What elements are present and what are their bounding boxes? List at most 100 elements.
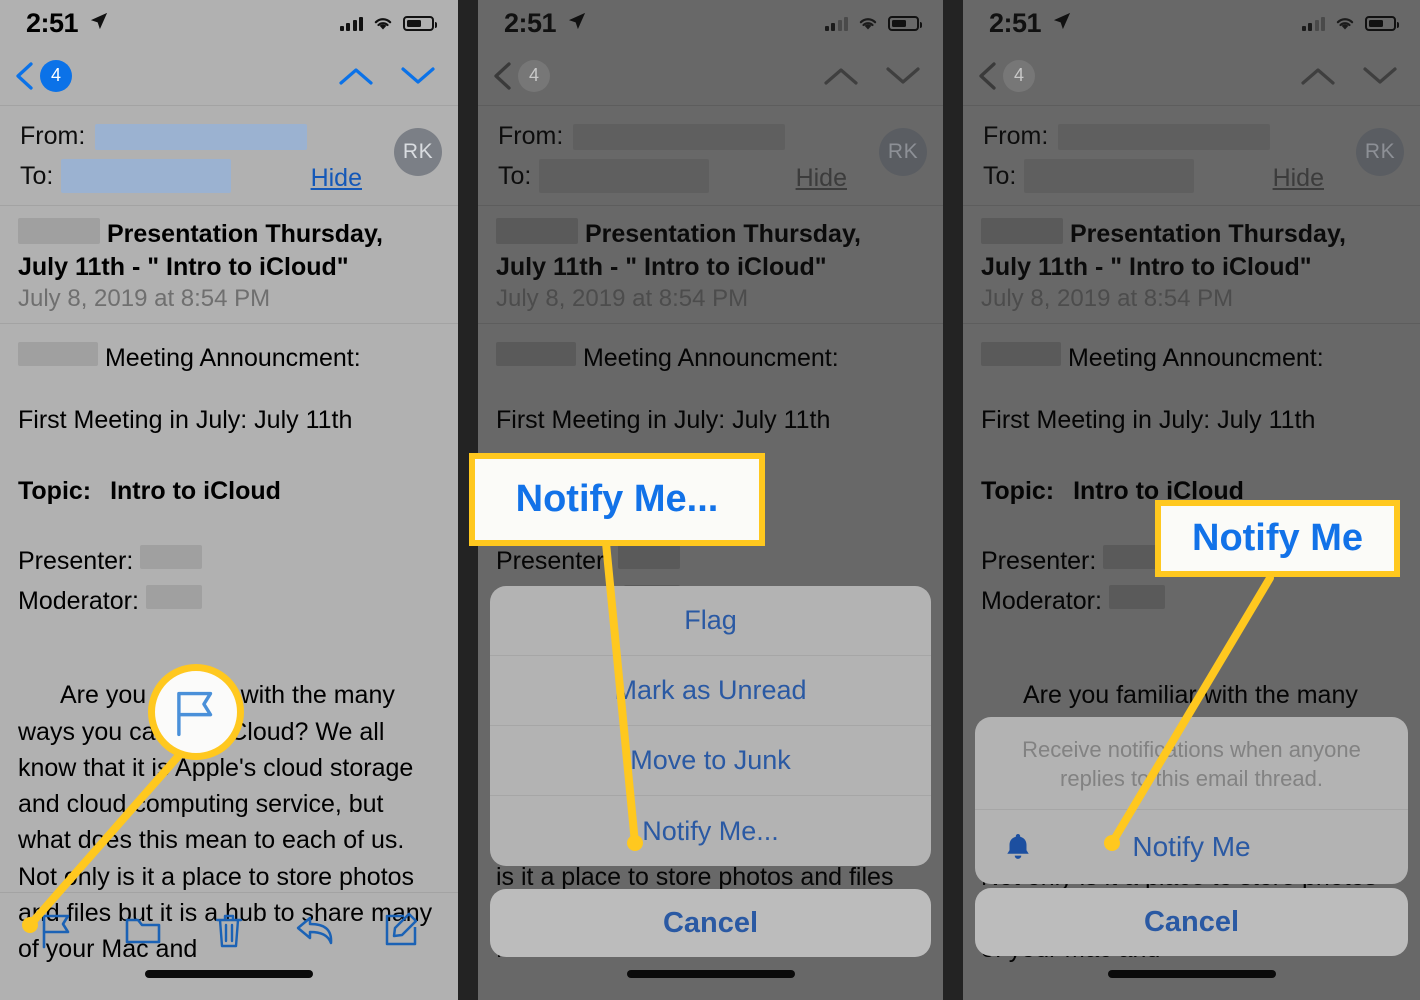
status-bar-indicators [1301,15,1399,31]
screenshot-stage: 2:51 4 From: To: Hide RK Presentation Th… [0,0,1420,1000]
status-bar-clock: 2:51 [504,8,586,39]
mail-toolbar [0,892,458,1000]
mail-header: From: To: Hide RK [963,106,1420,206]
moderator-line: Moderator: [981,583,1402,619]
chevron-up-icon[interactable] [1300,65,1336,87]
notify-me-label: Notify Me [1132,831,1251,863]
avatar: RK [879,128,927,176]
subject-line-2: July 11th - " Intro to iCloud" [496,252,827,281]
moderator-redacted [145,585,202,609]
trash-icon[interactable] [206,907,252,953]
announcement-prefix-redacted [18,342,98,366]
panel-divider-2 [943,0,963,1000]
chevron-down-icon[interactable] [1362,65,1398,87]
hide-details-link[interactable]: Hide [311,164,362,193]
to-row: To: [20,159,438,193]
announcement-text: Meeting Announcment: [582,344,839,372]
chevron-down-icon[interactable] [885,65,921,87]
mail-header: From: To: Hide RK [0,106,458,206]
cellular-signal-icon [824,16,848,31]
home-indicator [145,970,313,978]
subject-prefix-redacted [981,218,1063,244]
chevron-up-icon[interactable] [338,65,374,87]
navigation-bar: 4 [963,46,1420,106]
subject-line: Presentation Thursday, July 11th - " Int… [18,218,440,283]
message-nav-controls [1300,65,1398,87]
from-row: From: [20,122,438,151]
action-sheet-option-move-to-junk[interactable]: Move to Junk [490,726,931,796]
subject-line: Presentation Thursday, July 11th - " Int… [981,218,1402,283]
chevron-up-icon[interactable] [823,65,859,87]
status-bar-indicators [824,15,922,31]
from-row: From: [983,122,1400,151]
subject-line-1: Presentation Thursday, [1069,220,1346,248]
status-bar: 2:51 [0,0,458,46]
unread-count-badge: 4 [40,59,72,92]
cellular-signal-icon [1301,16,1325,31]
to-row: To: [983,159,1400,193]
action-sheet-option-flag[interactable]: Flag [490,586,931,656]
annotation-callout-notify-me-ellipsis: Notify Me... [469,453,765,546]
flag-icon [177,691,213,737]
moderator-redacted [1108,585,1165,609]
notify-dialog: Receive notifications when anyone replie… [975,717,1408,885]
unread-count-badge: 4 [1003,59,1035,92]
notify-me-button[interactable]: Notify Me [975,810,1408,884]
status-bar: 2:51 [963,0,1420,46]
flag-icon[interactable] [34,907,80,953]
chevron-left-icon [16,61,33,90]
topic-value: Intro to iCloud [110,476,281,505]
chevron-left-icon [979,61,996,90]
annotation-callout-notify-me: Notify Me [1155,500,1400,577]
wifi-icon [1336,18,1354,30]
moderator-line: Moderator: [18,583,440,619]
chevron-down-icon[interactable] [400,65,436,87]
message-timestamp: July 8, 2019 at 8:54 PM [496,285,749,312]
reply-icon[interactable] [292,907,338,953]
clock-text: 2:51 [26,7,79,38]
location-arrow-icon [90,12,108,29]
hide-details-link[interactable]: Hide [1273,164,1324,193]
status-bar-indicators [339,15,437,31]
status-bar-clock: 2:51 [989,8,1071,39]
topic-line: Topic: Intro to iCloud [18,473,440,509]
hide-details-link[interactable]: Hide [796,164,847,193]
subject-line-1: Presentation Thursday, [106,220,383,248]
bell-icon [1007,834,1029,859]
clock-text: 2:51 [504,7,557,38]
to-row: To: [498,159,923,193]
status-bar-clock: 2:51 [26,8,108,39]
first-meeting-line: First Meeting in July: July 11th [496,406,831,435]
announcement-line: Meeting Announcment: [981,340,1402,376]
notify-dialog-cancel-button[interactable]: Cancel [975,888,1408,956]
announcement-prefix-redacted [981,342,1061,366]
battery-icon [403,15,437,31]
wifi-icon [374,18,392,30]
from-label: From: [20,122,86,150]
action-sheet-option-mark-as-unread[interactable]: Mark as Unread [490,656,931,726]
subject-block: Presentation Thursday, July 11th - " Int… [0,206,458,324]
battery-icon [888,15,922,31]
subject-prefix-redacted [18,218,100,244]
notify-dialog-note: Receive notifications when anyone replie… [975,717,1408,811]
action-sheet-option-notify-me[interactable]: Notify Me... [490,796,931,866]
subject-block: Presentation Thursday, July 11th - " Int… [478,206,943,324]
back-button[interactable]: 4 [975,59,1035,92]
status-bar: 2:51 [478,0,943,46]
back-button[interactable]: 4 [490,59,550,92]
action-sheet: Flag Mark as Unread Move to Junk Notify … [490,586,931,866]
folder-icon[interactable] [120,907,166,953]
message-timestamp: July 8, 2019 at 8:54 PM [18,285,271,312]
compose-icon[interactable] [378,907,424,953]
back-button[interactable]: 4 [12,59,72,92]
subject-prefix-redacted [496,218,578,244]
to-address-redacted [539,159,710,193]
home-indicator [626,970,795,978]
topic-label: Topic: [18,476,92,505]
action-sheet-cancel-button[interactable]: Cancel [490,889,931,957]
presenter-label: Presenter: [981,546,1097,575]
presenter-redacted [618,544,681,569]
subject-line-2: July 11th - " Intro to iCloud" [981,252,1312,281]
first-meeting-line: First Meeting in July: July 11th [18,406,353,435]
presenter-label: Presenter: [496,546,612,575]
